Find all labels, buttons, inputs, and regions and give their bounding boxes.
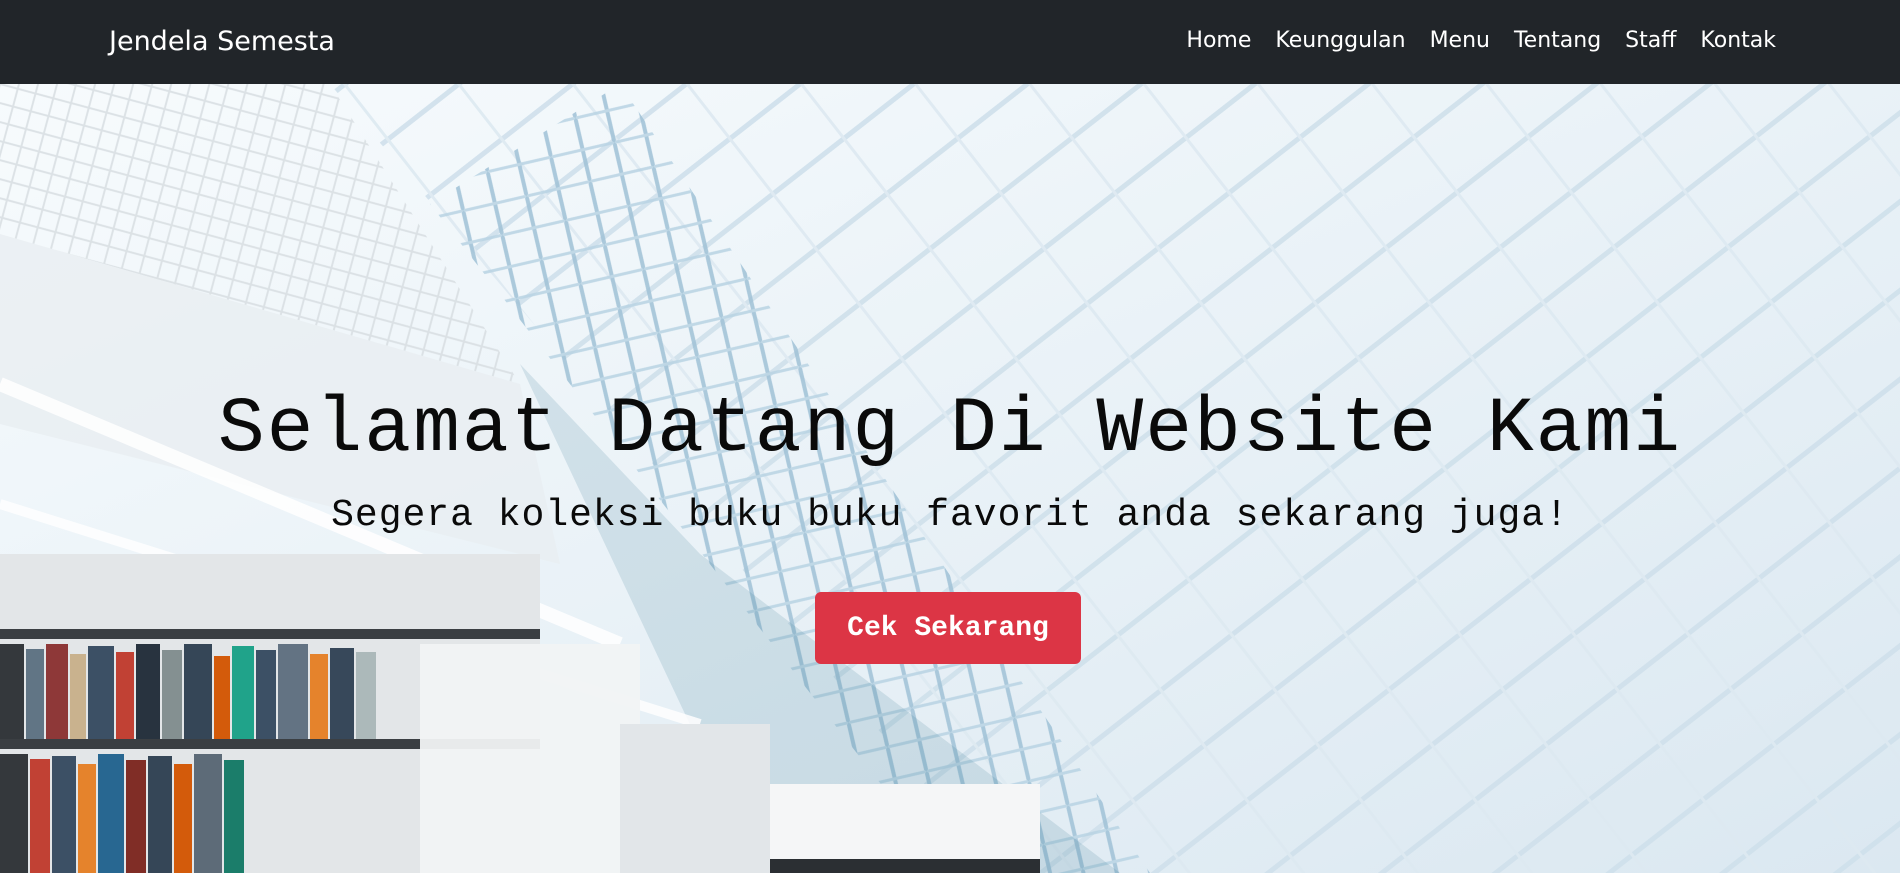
nav-link-home[interactable]: Home bbox=[1186, 28, 1251, 53]
cek-sekarang-button[interactable]: Cek Sekarang bbox=[815, 592, 1081, 664]
brand-logo-link[interactable]: Jendela Semesta bbox=[109, 26, 335, 57]
nav-link-staff[interactable]: Staff bbox=[1625, 28, 1676, 53]
nav-item-keunggulan: Keunggulan bbox=[1275, 28, 1405, 53]
hero-content: Selamat Datang Di Website Kami Segera ko… bbox=[0, 84, 1900, 873]
nav-link-keunggulan[interactable]: Keunggulan bbox=[1275, 28, 1405, 53]
nav-item-kontak: Kontak bbox=[1700, 28, 1776, 53]
hero-subtitle: Segera koleksi buku buku favorit anda se… bbox=[331, 494, 1569, 537]
hero-section: Selamat Datang Di Website Kami Segera ko… bbox=[0, 84, 1900, 873]
nav-links: Home Keunggulan Menu Tentang Staff Konta… bbox=[1186, 28, 1776, 53]
hero-title: Selamat Datang Di Website Kami bbox=[217, 386, 1683, 474]
nav-link-kontak[interactable]: Kontak bbox=[1700, 28, 1776, 53]
nav-item-tentang: Tentang bbox=[1514, 28, 1601, 53]
nav-link-menu[interactable]: Menu bbox=[1430, 28, 1490, 53]
nav-item-home: Home bbox=[1186, 28, 1251, 53]
nav-item-menu: Menu bbox=[1430, 28, 1490, 53]
nav-link-tentang[interactable]: Tentang bbox=[1514, 28, 1601, 53]
navbar: Jendela Semesta Home Keunggulan Menu Ten… bbox=[0, 0, 1900, 84]
nav-item-staff: Staff bbox=[1625, 28, 1676, 53]
